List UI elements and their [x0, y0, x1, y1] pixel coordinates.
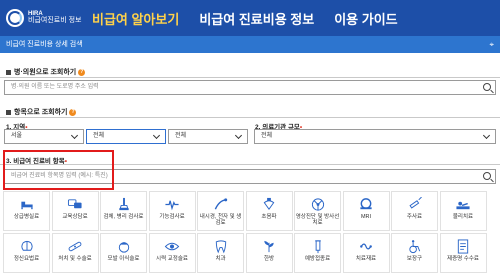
ecg-icon: [164, 197, 180, 212]
scale-select[interactable]: 전체: [254, 129, 496, 144]
divider: [0, 77, 500, 78]
category-implant[interactable]: 치료재료: [342, 233, 390, 273]
category-endoscope[interactable]: 내시경, 천자 및 생검료: [197, 191, 244, 231]
region-select-city[interactable]: 서울: [4, 129, 84, 144]
item-section-title: 항목으로 조회하기: [14, 109, 68, 116]
mri-icon: [358, 197, 374, 212]
category-label: 처치 및 수술료: [58, 256, 92, 262]
category-label: 시력 교정술료: [156, 256, 188, 262]
category-label: 기능검사료: [159, 214, 185, 220]
tooth-icon: [213, 239, 229, 254]
search-icon[interactable]: [483, 172, 491, 180]
syringe-icon: [407, 196, 423, 212]
detail-search-title: 비급여 진료비용 상세 검색: [6, 41, 83, 48]
category-label: 치과: [215, 256, 226, 262]
category-ultrasound[interactable]: 초음파: [245, 191, 293, 231]
hospital-section-title: 병·의원으로 조회하기: [14, 69, 77, 76]
square-bullet-icon: [6, 109, 11, 115]
category-label: 물리치료: [452, 214, 474, 220]
therapy-icon: [455, 197, 471, 212]
hospital-search-placeholder: 병·의원 이름 또는 도로명 주소 입력: [11, 84, 99, 90]
category-label: 영상진단 및 방사선치료: [295, 214, 340, 226]
microscope-icon: [116, 197, 132, 212]
site-logo[interactable]: HIRA 비급여진료비 정보: [6, 9, 92, 27]
help-icon[interactable]: ?: [69, 108, 77, 116]
herb-icon: [261, 239, 277, 254]
category-syringe[interactable]: 주사료: [391, 191, 438, 231]
nav-nonbenefit-cost[interactable]: 비급여 진료비용 정보: [199, 9, 314, 28]
wheelchair-icon: [407, 239, 423, 254]
region-select-district[interactable]: 전체: [86, 129, 166, 144]
category-microscope[interactable]: 검체, 병리 검사료: [100, 191, 147, 231]
category-hair[interactable]: 모발 이식술료: [100, 233, 147, 273]
item-section-heading: 항목으로 조회하기 ?: [6, 107, 77, 117]
category-label: 보장구: [406, 256, 423, 262]
square-bullet-icon: [6, 69, 11, 75]
category-wheelchair[interactable]: 보장구: [391, 233, 438, 273]
implant-icon: [358, 239, 374, 254]
nav-usage-guide[interactable]: 이용 가이드: [334, 9, 397, 28]
nav-nonbenefit-info[interactable]: 비급여 알아보기: [92, 9, 179, 28]
category-label: 내시경, 천자 및 생검료: [199, 214, 242, 226]
category-label: 정신요법료: [13, 256, 40, 262]
category-label: 교육상담료: [62, 214, 88, 220]
hospital-section-heading: 병·의원으로 조회하기 ?: [6, 67, 86, 77]
category-label: 검체, 병리 검사료: [103, 214, 144, 220]
category-label: 한방: [263, 256, 275, 262]
category-herb[interactable]: 한방: [245, 233, 293, 273]
category-bed[interactable]: 상급병실료: [3, 191, 50, 231]
chevron-down-icon: [234, 131, 243, 140]
category-ecg[interactable]: 기능검사료: [148, 191, 196, 231]
hospital-search-input[interactable]: 병·의원 이름 또는 도로명 주소 입력: [4, 80, 496, 95]
detail-search-bar: 비급여 진료비용 상세 검색 ⌖: [0, 36, 500, 53]
category-label: 초음파: [261, 214, 277, 220]
endoscope-icon: [213, 197, 229, 212]
divider: [0, 117, 500, 118]
chevron-down-icon: [152, 131, 161, 140]
scope-icon[interactable]: ⌖: [489, 36, 494, 53]
category-mri[interactable]: MRI: [342, 191, 390, 231]
category-label: MRI: [360, 214, 372, 220]
document-icon: [455, 239, 471, 254]
eye-icon: [164, 239, 180, 254]
bed-icon: [19, 197, 35, 212]
category-counsel[interactable]: 교육상담료: [51, 191, 99, 231]
radiation-icon: [310, 197, 326, 212]
category-label: 주사료: [406, 214, 423, 220]
search-icon[interactable]: [483, 83, 491, 91]
top-navigation: HIRA 비급여진료비 정보 비급여 알아보기 비급여 진료비용 정보 이용 가…: [0, 0, 500, 36]
category-label: 제증명 수수료: [447, 256, 479, 262]
region-select-subdistrict[interactable]: 전체: [168, 129, 248, 144]
ultrasound-icon: [261, 197, 277, 212]
chevron-down-icon: [482, 131, 491, 140]
category-tooth[interactable]: 치과: [197, 233, 244, 273]
category-eye[interactable]: 시력 교정술료: [148, 233, 196, 273]
vaccine-icon: [310, 239, 326, 254]
category-vaccine[interactable]: 예방접종료: [294, 233, 341, 273]
highlight-box: [3, 150, 114, 190]
counsel-icon: [67, 197, 83, 212]
chevron-down-icon: [70, 131, 79, 140]
help-icon[interactable]: ?: [78, 68, 86, 76]
category-label: 모발 이식술료: [107, 256, 140, 262]
category-therapy[interactable]: 물리치료: [439, 191, 487, 231]
category-label: 예방접종료: [304, 256, 331, 262]
category-label: 상급병실료: [13, 214, 40, 220]
brain-icon: [19, 239, 35, 254]
hira-logo-icon: [6, 9, 24, 27]
logo-line2: 비급여진료비 정보: [28, 17, 82, 25]
category-brain[interactable]: 정신요법료: [3, 233, 50, 273]
category-label: 치료재료: [355, 256, 377, 262]
category-bandage[interactable]: 처치 및 수술료: [51, 233, 99, 273]
bandage-icon: [67, 239, 83, 254]
category-document[interactable]: 제증명 수수료: [439, 233, 487, 273]
category-radiation[interactable]: 영상진단 및 방사선치료: [294, 191, 341, 231]
hair-icon: [116, 239, 132, 254]
